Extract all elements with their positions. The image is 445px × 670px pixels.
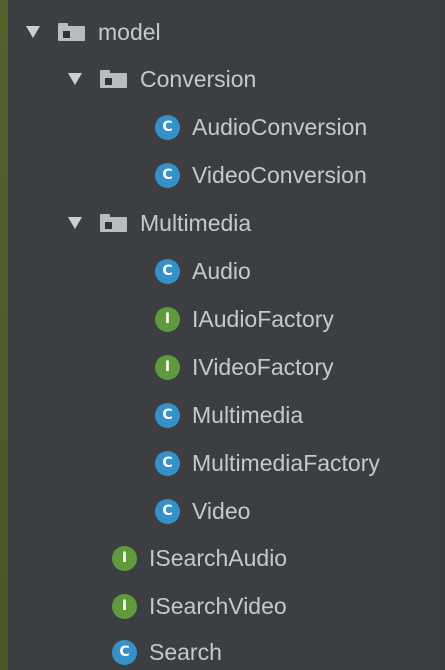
tree-node-ivideofactory[interactable]: I IVideoFactory <box>8 347 445 387</box>
tree-node-video[interactable]: C Video <box>8 491 445 531</box>
class-icon: C <box>155 258 180 284</box>
class-icon: C <box>155 114 180 140</box>
tree-node-iaudiofactory[interactable]: I IAudioFactory <box>8 299 445 339</box>
tree-node-multimedia[interactable]: C Multimedia <box>8 395 445 435</box>
interface-icon: I <box>112 593 137 619</box>
class-icon: C <box>155 162 180 188</box>
expand-arrow-icon[interactable] <box>68 217 82 229</box>
folder-icon <box>100 70 127 88</box>
expand-arrow-icon[interactable] <box>68 73 82 85</box>
class-icon: C <box>155 450 180 476</box>
project-tree-panel: model Conversion C AudioConversion C Vid… <box>8 0 445 670</box>
tree-node-audioconversion[interactable]: C AudioConversion <box>8 107 445 147</box>
tree-node-label: ISearchVideo <box>149 592 287 619</box>
tree-node-conversion[interactable]: Conversion <box>8 59 445 99</box>
tree-node-search[interactable]: C Search <box>8 632 445 670</box>
tree-node-model[interactable]: model <box>8 12 445 52</box>
interface-icon: I <box>155 306 180 332</box>
tree-node-isearchaudio[interactable]: I ISearchAudio <box>8 538 445 578</box>
class-icon: C <box>112 639 137 665</box>
tree-node-label: Audio <box>192 257 251 284</box>
tree-node-label: VideoConversion <box>192 161 367 188</box>
tree-node-label: Multimedia <box>140 209 252 236</box>
project-tree: model Conversion C AudioConversion C Vid… <box>8 0 445 670</box>
tree-node-label: Multimedia <box>192 401 304 428</box>
tree-node-multimediafactory[interactable]: C MultimediaFactory <box>8 443 445 483</box>
tree-node-label: Conversion <box>140 65 257 92</box>
tree-node-label: AudioConversion <box>192 113 368 140</box>
tree-node-label: Video <box>192 497 251 524</box>
folder-icon <box>100 214 127 232</box>
tree-node-label: MultimediaFactory <box>192 449 380 476</box>
class-icon: C <box>155 402 180 428</box>
folder-icon <box>58 23 85 41</box>
class-icon: C <box>155 498 180 524</box>
tree-node-label: IVideoFactory <box>192 353 334 380</box>
tree-node-isearchvideo[interactable]: I ISearchVideo <box>8 586 445 626</box>
tree-node-label: Search <box>149 638 222 665</box>
interface-icon: I <box>155 354 180 380</box>
tree-node-label: model <box>98 18 161 45</box>
tree-node-videoconversion[interactable]: C VideoConversion <box>8 155 445 195</box>
tree-node-label: IAudioFactory <box>192 305 334 332</box>
expand-arrow-icon[interactable] <box>26 26 40 38</box>
tree-node-label: ISearchAudio <box>149 544 288 571</box>
tree-node-audio[interactable]: C Audio <box>8 251 445 291</box>
tree-node-multimedia-folder[interactable]: Multimedia <box>8 203 445 243</box>
interface-icon: I <box>112 545 137 571</box>
